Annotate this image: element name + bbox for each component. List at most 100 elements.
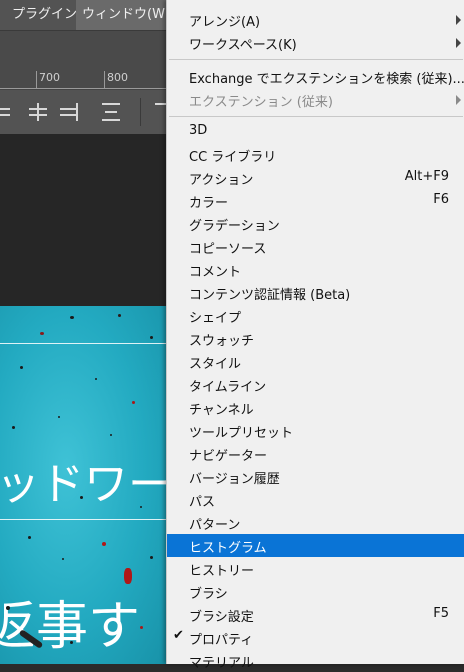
paint-speck bbox=[12, 426, 15, 429]
paint-speck bbox=[6, 606, 10, 610]
menu-item-actions[interactable]: アクション Alt+F9 bbox=[167, 166, 464, 189]
canvas-text-line-1: ッドワー bbox=[0, 459, 166, 510]
paint-speck bbox=[110, 434, 112, 436]
menu-separator bbox=[169, 59, 463, 60]
menu-item-label: グラデーション bbox=[189, 219, 280, 234]
paint-speck bbox=[118, 314, 121, 317]
menu-item-shortcut: F6 bbox=[433, 192, 449, 207]
align-right-icon[interactable] bbox=[60, 103, 78, 121]
paint-speck bbox=[124, 568, 132, 584]
menu-item-color[interactable]: カラー F6 bbox=[167, 189, 464, 212]
menu-item-brushes[interactable]: ブラシ bbox=[167, 580, 464, 603]
canvas-divider-line bbox=[0, 519, 166, 520]
menu-item-paths[interactable]: パス bbox=[167, 488, 464, 511]
menu-item-brush-settings[interactable]: ブラシ設定 F5 bbox=[167, 603, 464, 626]
options-bar bbox=[0, 89, 173, 135]
submenu-arrow-icon bbox=[456, 15, 461, 25]
horizontal-ruler: 700 800 bbox=[0, 31, 166, 89]
menu-item-label: スタイル bbox=[189, 357, 242, 372]
window-menu-dropdown: アレンジ(A) ワークスペース(K) Exchange でエクステンションを検索… bbox=[166, 0, 464, 671]
paint-speck bbox=[150, 556, 153, 559]
menu-item-label: ヒストグラム bbox=[189, 541, 267, 556]
canvas-divider-line bbox=[0, 343, 166, 344]
menu-item-label: バージョン履歴 bbox=[189, 472, 280, 487]
menu-item-label: アクション bbox=[189, 173, 254, 188]
paint-speck bbox=[150, 336, 153, 339]
menu-item-extensions-legacy: エクステンション (従来) bbox=[167, 88, 464, 111]
menu-item-label: マテリアル bbox=[189, 656, 254, 671]
menu-plugins[interactable]: プラグイン bbox=[6, 0, 83, 30]
paint-speck bbox=[132, 401, 135, 404]
paint-speck bbox=[20, 366, 23, 369]
menu-item-exchange-search[interactable]: Exchange でエクステンションを検索 (従来)... bbox=[167, 65, 464, 88]
canvas-text-line-2: 返事す bbox=[0, 597, 141, 657]
menu-item-version-history[interactable]: バージョン履歴 bbox=[167, 465, 464, 488]
menu-item-history[interactable]: ヒストリー bbox=[167, 557, 464, 580]
paint-speck bbox=[80, 496, 83, 499]
paint-speck bbox=[28, 536, 31, 539]
menu-window[interactable]: ウィンドウ(W) bbox=[76, 0, 176, 30]
menu-item-label: エクステンション (従来) bbox=[189, 95, 333, 110]
toolbar-divider bbox=[140, 98, 141, 126]
menu-item-shapes[interactable]: シェイプ bbox=[167, 304, 464, 327]
ruler-tick bbox=[36, 71, 37, 89]
distribute-icon[interactable] bbox=[102, 103, 120, 121]
menu-item-workspace[interactable]: ワークスペース(K) bbox=[167, 31, 464, 54]
paint-speck bbox=[140, 506, 142, 508]
paint-speck bbox=[140, 626, 143, 629]
menu-separator bbox=[169, 116, 463, 117]
menu-item-label: Exchange でエクステンションを検索 (従来)... bbox=[189, 72, 464, 87]
menu-item-label: カラー bbox=[189, 196, 229, 211]
menu-item-label: ナビゲーター bbox=[189, 449, 268, 464]
workspace-background bbox=[0, 134, 166, 306]
menu-item-swatches[interactable]: スウォッチ bbox=[167, 327, 464, 350]
menu-item-properties[interactable]: ✔ プロパティ bbox=[167, 626, 464, 649]
menu-item-label: シェイプ bbox=[189, 311, 242, 326]
paint-speck bbox=[70, 316, 74, 319]
menu-item-label: スウォッチ bbox=[189, 334, 255, 349]
menu-item-shortcut: F5 bbox=[433, 606, 449, 621]
menu-item-materials[interactable]: マテリアル bbox=[167, 649, 464, 672]
ruler-tick bbox=[104, 71, 105, 89]
menu-item-patterns[interactable]: パターン bbox=[167, 511, 464, 534]
menu-item-navigator[interactable]: ナビゲーター bbox=[167, 442, 464, 465]
menu-item-label: アレンジ(A) bbox=[189, 15, 261, 30]
menu-item-label: コピーソース bbox=[189, 242, 267, 257]
menu-item-channels[interactable]: チャンネル bbox=[167, 396, 464, 419]
paint-speck bbox=[40, 332, 44, 335]
menu-item-cc-libraries[interactable]: CC ライブラリ bbox=[167, 143, 464, 166]
menu-item-arrange[interactable]: アレンジ(A) bbox=[167, 8, 464, 31]
menu-item-label: コンテンツ認証情報 (Beta) bbox=[189, 288, 351, 303]
ruler-label-700: 700 bbox=[39, 71, 60, 84]
menu-item-label: パス bbox=[189, 495, 216, 510]
menu-item-label: タイムライン bbox=[189, 380, 267, 395]
menu-item-label: ワークスペース(K) bbox=[189, 38, 297, 53]
menu-item-label: ヒストリー bbox=[189, 564, 255, 579]
menu-item-histogram[interactable]: ヒストグラム bbox=[167, 534, 464, 557]
menu-item-label: ツールプリセット bbox=[189, 426, 294, 441]
document-canvas[interactable]: ッドワー 返事す bbox=[0, 306, 166, 664]
menu-item-label: ブラシ設定 bbox=[189, 610, 254, 625]
menu-item-shortcut: Alt+F9 bbox=[404, 169, 449, 184]
menu-item-gradients[interactable]: グラデーション bbox=[167, 212, 464, 235]
menu-item-styles[interactable]: スタイル bbox=[167, 350, 464, 373]
align-horizontal-center-icon[interactable] bbox=[29, 103, 47, 121]
menu-item-comments[interactable]: コメント bbox=[167, 258, 464, 281]
align-left-icon[interactable] bbox=[0, 103, 10, 121]
menu-item-label: パターン bbox=[189, 518, 241, 533]
menu-item-content-credentials[interactable]: コンテンツ認証情報 (Beta) bbox=[167, 281, 464, 304]
checkmark-icon: ✔ bbox=[173, 628, 184, 643]
submenu-arrow-icon bbox=[456, 38, 461, 48]
menu-item-timeline[interactable]: タイムライン bbox=[167, 373, 464, 396]
menu-item-label: 3D bbox=[189, 123, 208, 138]
paint-speck bbox=[102, 542, 106, 546]
menu-item-label: ブラシ bbox=[189, 587, 228, 602]
menu-item-clone-source[interactable]: コピーソース bbox=[167, 235, 464, 258]
paint-speck bbox=[62, 558, 64, 560]
menu-item-3d[interactable]: 3D bbox=[167, 120, 464, 143]
paint-speck bbox=[70, 641, 73, 644]
menu-item-label: プロパティ bbox=[189, 633, 254, 648]
submenu-arrow-icon bbox=[456, 95, 461, 105]
menu-item-label: CC ライブラリ bbox=[189, 150, 277, 165]
menu-item-tool-presets[interactable]: ツールプリセット bbox=[167, 419, 464, 442]
